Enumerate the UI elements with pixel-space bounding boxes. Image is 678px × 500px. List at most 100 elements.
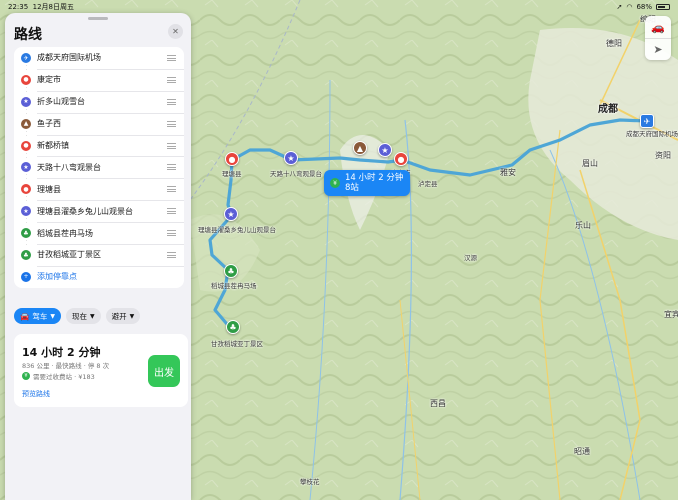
avoid-label: 避开 [111, 311, 127, 321]
add-stop-label: 添加停靠点 [37, 272, 77, 282]
add-stop-button[interactable]: + 添加停靠点 [14, 265, 184, 288]
drag-handle-icon[interactable] [167, 230, 176, 237]
yuzixi-pin-icon[interactable]: ▲ [353, 141, 367, 155]
battery-percent: 68% [636, 3, 652, 11]
viewpoint-icon: ★ [21, 206, 31, 217]
stop-label: 稻城县茬冉马场 [37, 228, 93, 238]
stop-item[interactable]: ✈ · · 成都天府国际机场 [14, 47, 184, 73]
zheduoshan-pin-icon[interactable]: ★ [378, 143, 392, 157]
viewpoint-icon: ★ [21, 96, 31, 107]
stop-item[interactable]: ★ · · 折多山观雪台 [14, 90, 184, 116]
drag-handle-icon[interactable] [167, 98, 176, 105]
stop-label: 鱼子西 [37, 119, 61, 129]
plane-icon: ✈ [21, 53, 31, 63]
stop-item[interactable]: ★ · · 理塘县濯桑乡兔儿山观景台 [14, 200, 184, 226]
preview-route-link[interactable]: 预览路线 [22, 389, 50, 399]
route-card[interactable]: 14 小时 2 分钟 836 公里 · 最快路线 · 停 8 次 ¥ 需要过收费… [14, 334, 188, 407]
location-arrow-icon[interactable]: ➤ [645, 38, 671, 60]
location-status-icon: ➚ [616, 3, 623, 11]
stop-label: 理塘县 [37, 184, 61, 194]
bubble-stops: 8站 [345, 183, 359, 194]
stop-label: 折多山观雪台 [37, 97, 85, 107]
park-icon: ♣ [21, 228, 31, 239]
stop-label: 理塘县濯桑乡兔儿山观景台 [37, 206, 133, 216]
close-icon: ✕ [172, 27, 179, 36]
stop-label: 康定市 [37, 75, 61, 85]
airport-pin-icon[interactable]: ✈ [640, 114, 654, 128]
park-icon: ♣ [21, 250, 31, 261]
depart-time-label: 现在 [71, 311, 87, 321]
route-time-bubble[interactable]: ¥ 14 小时 2 分钟 8站 [324, 170, 411, 197]
toll-icon: ¥ [330, 178, 340, 189]
drag-handle-icon[interactable] [167, 208, 176, 215]
transport-mode-button[interactable]: 🚘 驾车 ▼ [14, 308, 61, 324]
plus-icon: + [21, 271, 31, 282]
panel-grabber[interactable] [88, 17, 108, 20]
stop-label: 新都桥镇 [37, 141, 69, 150]
directions-panel: 路线 ✕ ✈ · · 成都天府国际机场 ● · · 康定市 ★ · · 折多山观雪台 ▲ · · 鱼子西 ● · ·… [5, 13, 191, 500]
route-options: 🚘 驾车 ▼ 现在 ▼ 避开 ▼ [14, 308, 141, 324]
wifi-icon: ◠ [626, 3, 633, 11]
map-label-leshan: 乐山 [575, 221, 591, 230]
map-label-yaan: 雅安 [500, 168, 516, 177]
viewpoint-icon: ★ [21, 162, 31, 173]
map-label-luding: 泸定县 [418, 180, 438, 188]
map-label-yibin: 宜宾 [664, 310, 678, 319]
stops-list: ✈ · · 成都天府国际机场 ● · · 康定市 ★ · · 折多山观雪台 ▲ · · 鱼子西 ● · · 新都桥镇 ★… [14, 47, 184, 288]
map-label-xichang: 西昌 [430, 399, 446, 408]
drag-handle-icon[interactable] [167, 142, 176, 149]
route-duration: 14 小时 2 分钟 [22, 346, 101, 359]
stop-item[interactable]: ★ · · 天路十八弯观景台 [14, 156, 184, 182]
route-toll: ¥ 需要过收费站 · ¥183 [22, 371, 95, 381]
map-label-chengdu: 成都 [598, 104, 618, 115]
drag-handle-icon[interactable] [167, 164, 176, 171]
daocheng-farm-pin-icon[interactable]: ♣ [224, 264, 238, 278]
stop-label: 天路十八弯观景台 [37, 162, 101, 172]
map-mode-controls: 🚗 ➤ [645, 16, 671, 60]
map-label-hanyuan: 汉源 [464, 254, 477, 262]
stop-label: 甘孜稻城亚丁景区 [37, 250, 101, 260]
drag-handle-icon[interactable] [167, 186, 176, 193]
status-bar: 22:35 12月8日周五 ➚ ◠ 68% [0, 0, 678, 12]
stop-item[interactable]: ▲ · · 鱼子西 [14, 112, 184, 138]
map-label-airport: 成都天府国际机场 [626, 130, 678, 138]
drag-handle-icon[interactable] [167, 55, 176, 61]
battery-icon [656, 4, 670, 10]
map-label-yading: 甘孜稻城亚丁景区 [211, 340, 263, 348]
go-button[interactable]: 出发 [148, 355, 180, 387]
pin-icon: ● [21, 140, 31, 151]
drag-handle-icon[interactable] [167, 76, 176, 83]
stop-item[interactable]: ♣ 甘孜稻城亚丁景区 [14, 244, 184, 266]
yading-pin-icon[interactable]: ♣ [226, 320, 240, 334]
stop-item[interactable]: ● · · 理塘县 [14, 178, 184, 204]
drag-handle-icon[interactable] [167, 252, 176, 259]
kangding-pin-icon[interactable]: ● [394, 152, 408, 166]
map-label-daocheng-farm: 稻城县茬冉马场 [211, 282, 257, 290]
drag-handle-icon[interactable] [167, 120, 176, 127]
bubble-duration: 14 小时 2 分钟 [345, 173, 404, 183]
map-label-tianlu: 天路十八弯观景台 [270, 170, 322, 178]
map-label-zhaotong: 昭通 [574, 447, 590, 456]
map-label-deyang: 德阳 [606, 39, 622, 48]
map-label-litang: 理塘县 [222, 170, 242, 178]
car-icon: 🚘 [20, 311, 30, 321]
tianlu-pin-icon[interactable]: ★ [284, 151, 298, 165]
stop-item[interactable]: ● · · 康定市 [14, 68, 184, 94]
avoid-button[interactable]: 避开 ▼ [105, 308, 141, 324]
stop-item[interactable]: ● · · 新都桥镇 [14, 134, 184, 160]
map-label-panzhihua: 攀枝花 [300, 478, 320, 486]
stop-item[interactable]: ♣ · · 稻城县茬冉马场 [14, 222, 184, 248]
close-button[interactable]: ✕ [168, 24, 183, 39]
pin-icon: ● [21, 74, 31, 85]
litang-pin-icon[interactable]: ● [225, 152, 239, 166]
car-icon[interactable]: 🚗 [645, 16, 671, 38]
chevron-down-icon: ▼ [89, 312, 95, 320]
chevron-down-icon: ▼ [50, 312, 55, 320]
status-date: 12月8日周五 [32, 3, 75, 11]
stop-label: 成都天府国际机场 [37, 53, 101, 63]
transport-mode-label: 驾车 [32, 311, 48, 321]
chevron-down-icon: ▼ [129, 312, 135, 320]
tuershan-pin-icon[interactable]: ★ [224, 207, 238, 221]
pin-icon: ● [21, 184, 31, 195]
depart-time-button[interactable]: 现在 ▼ [65, 308, 101, 324]
